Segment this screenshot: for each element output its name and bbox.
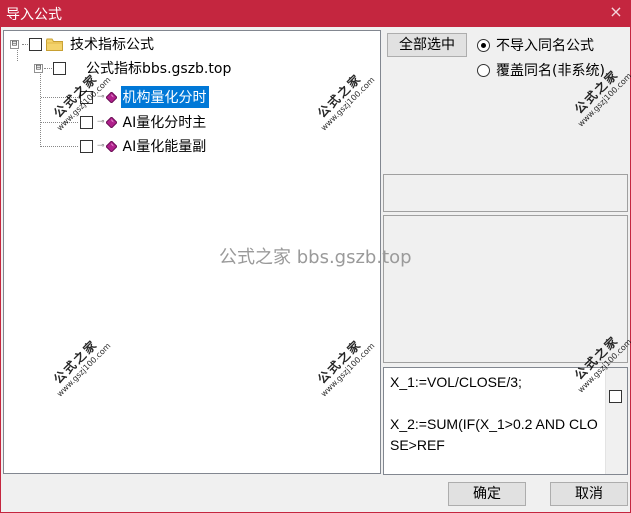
tree-item-label: AI量化能量副	[122, 139, 207, 155]
tree-root-checkbox[interactable]	[29, 37, 42, 51]
tree-item-checkbox[interactable]	[80, 115, 93, 129]
info-panel	[383, 215, 628, 363]
collapse-icon[interactable]: ⊟	[10, 39, 19, 49]
tree-line	[41, 146, 78, 147]
link-icon: ⊸	[97, 141, 105, 151]
watermark-stamp: 公式之家 www.gszj100.com	[314, 71, 377, 133]
title-bar: 导入公式 ×	[0, 0, 631, 27]
tree-item-checkbox[interactable]	[80, 139, 93, 153]
tree-item-row[interactable]: ⊸ AI量化能量副	[80, 136, 208, 156]
formula-gem-icon	[105, 140, 117, 152]
cancel-button[interactable]: 取消	[550, 482, 628, 506]
radio-skip-indicator[interactable]	[477, 38, 490, 52]
description-box	[383, 174, 628, 212]
formula-gem-icon	[105, 116, 117, 128]
dialog-body: ⊟ 技术指标公式 ⊟ 公式指标bbs.gszb.top ⊸ 机构量化分时 ⊸ A…	[0, 27, 631, 513]
tree-item-label: AI量化分时主	[122, 115, 207, 131]
tree-root-label: 技术指标公式	[70, 37, 154, 53]
radio-skip-label: 不导入同名公式	[496, 38, 594, 54]
close-icon[interactable]: ×	[607, 2, 625, 22]
code-checkbox[interactable]	[609, 390, 622, 403]
radio-skip-duplicates[interactable]: 不导入同名公式	[477, 35, 594, 55]
radio-overwrite-indicator[interactable]	[477, 63, 490, 77]
radio-overwrite-duplicates[interactable]: 覆盖同名(非系统)	[477, 60, 605, 80]
radio-overwrite-label: 覆盖同名(非系统)	[496, 63, 605, 79]
tree-group-row[interactable]: ⊟ 公式指标bbs.gszb.top	[34, 58, 233, 78]
tree-root-row[interactable]: ⊟ 技术指标公式	[10, 34, 156, 54]
code-scrollbar[interactable]	[605, 368, 627, 474]
formula-gem-icon	[105, 91, 117, 103]
formula-code-text: X_1:=VOL/CLOSE/3; X_2:=SUM(IF(X_1>0.2 AN…	[390, 374, 598, 453]
window-title: 导入公式	[6, 7, 62, 23]
select-all-button[interactable]: 全部选中	[387, 33, 467, 57]
watermark-stamp: 公式之家 www.gszj100.com	[50, 337, 113, 399]
tree-group-checkbox[interactable]	[53, 61, 66, 75]
collapse-icon[interactable]: ⊟	[34, 63, 43, 73]
watermark-stamp: 公式之家 www.gszj100.com	[314, 337, 377, 399]
folder-icon	[46, 38, 63, 51]
tree-item-label: 机构量化分时	[120, 86, 209, 108]
link-icon: ⊸	[97, 117, 105, 127]
tree-item-row[interactable]: ⊸ AI量化分时主	[80, 112, 208, 132]
ok-button[interactable]: 确定	[448, 482, 526, 506]
center-watermark: 公式之家 bbs.gszb.top	[219, 247, 412, 268]
tree-line	[40, 69, 41, 147]
